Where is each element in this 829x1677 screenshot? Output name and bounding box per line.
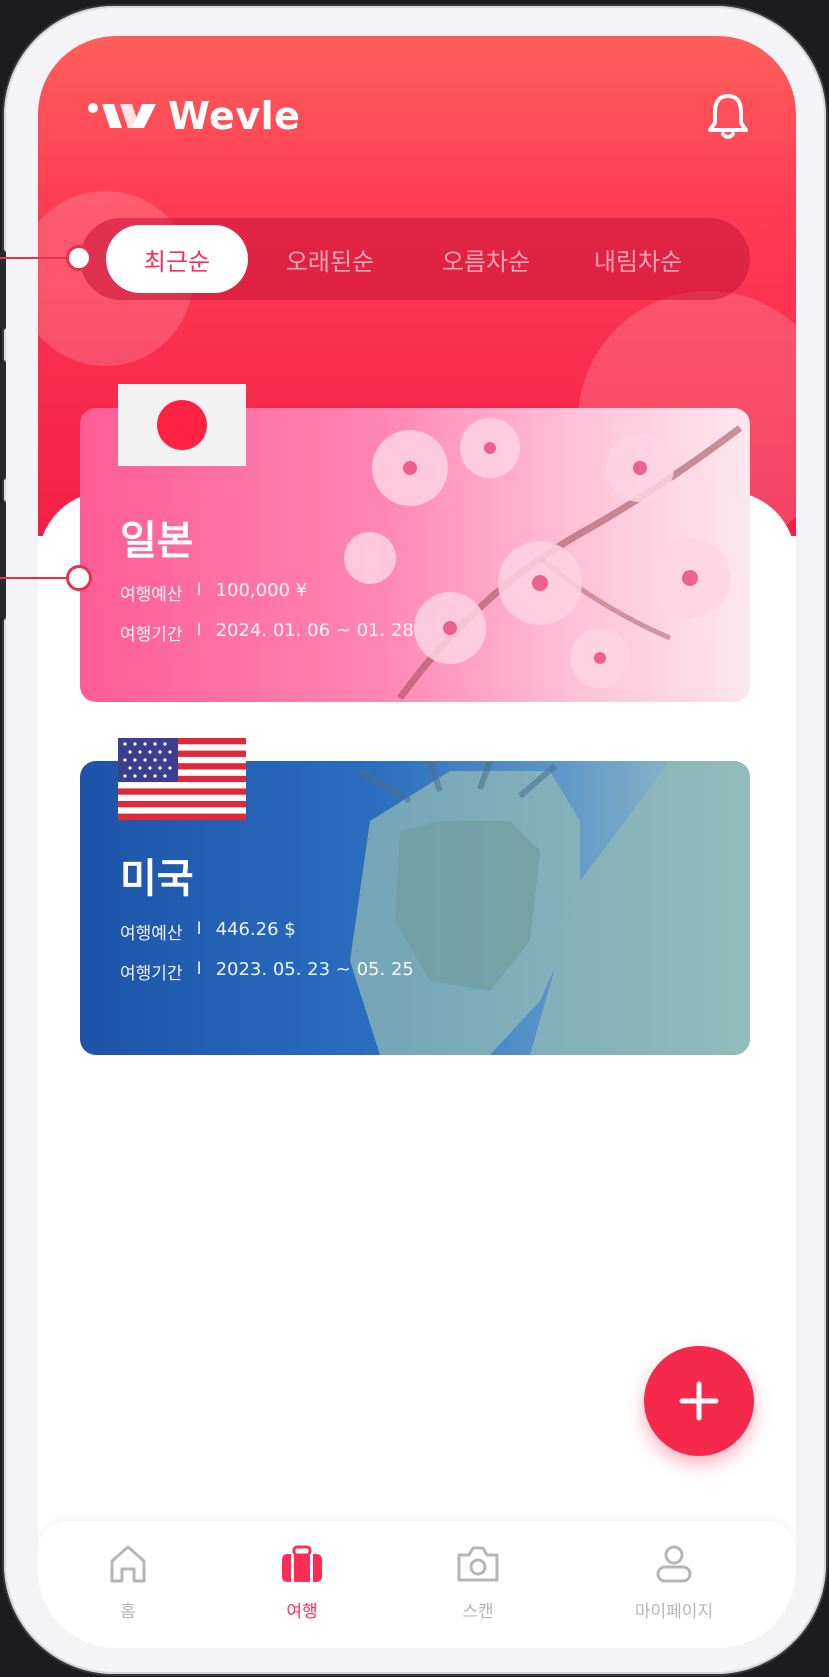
sort-tab-bar: 최근순 오래된순 오름차순 내림차순	[80, 218, 750, 300]
nav-item-travel[interactable]: 여행	[242, 1543, 362, 1633]
budget-value: 446.26 $	[215, 919, 296, 940]
nav-item-home[interactable]: 홈	[68, 1543, 188, 1633]
bell-icon	[708, 94, 748, 139]
camera-icon	[457, 1546, 499, 1582]
home-icon	[110, 1545, 146, 1583]
sort-tab-descending[interactable]: 내림차순	[568, 225, 708, 293]
japan-flag-icon	[118, 384, 246, 466]
annotation-line	[0, 577, 68, 579]
app-logo: Wevle	[88, 86, 300, 146]
period-value: 2024. 01. 06 ~ 01. 28	[215, 620, 414, 641]
separator: I	[196, 620, 202, 640]
phone-side-button	[0, 250, 6, 330]
nav-label-travel: 여행	[286, 1602, 318, 1622]
phone-side-button	[0, 500, 6, 620]
sort-tab-ascending[interactable]: 오름차순	[412, 225, 560, 293]
trip-period: 여행기간 I 2023. 05. 23 ~ 05. 25	[120, 959, 414, 984]
nav-item-mypage[interactable]: 마이페이지	[594, 1543, 754, 1633]
phone-side-button	[0, 360, 6, 480]
budget-label: 여행예산	[120, 924, 183, 944]
trip-period: 여행기간 I 2024. 01. 06 ~ 01. 28	[120, 620, 414, 645]
user-icon	[656, 1545, 692, 1583]
budget-label: 여행예산	[120, 585, 183, 605]
period-value: 2023. 05. 23 ~ 05. 25	[215, 959, 414, 980]
nav-label-mypage: 마이페이지	[634, 1602, 714, 1622]
suitcase-icon	[282, 1545, 322, 1582]
budget-value: 100,000 ¥	[215, 580, 308, 601]
period-label: 여행기간	[120, 625, 183, 645]
separator: I	[196, 580, 202, 600]
separator: I	[196, 959, 202, 979]
app-screen: Wevle 최근순 오래된순 오름차순 내림차순 일본 여행예산 I 100,0…	[38, 36, 796, 1648]
sort-tab-recent[interactable]: 최근순	[106, 225, 248, 293]
separator: I	[196, 919, 202, 939]
annotation-dot	[66, 565, 92, 591]
nav-label-scan: 스캔	[462, 1602, 494, 1622]
usa-flag-icon	[118, 738, 246, 820]
bottom-navigation: 홈 여행 스캔 마이페이지	[38, 1521, 796, 1648]
nav-label-home: 홈	[120, 1602, 136, 1622]
trip-country-name: 미국	[120, 856, 194, 902]
plus-icon	[679, 1381, 719, 1421]
trip-country-name: 일본	[120, 518, 194, 564]
sort-tab-oldest[interactable]: 오래된순	[256, 225, 404, 293]
cherry-blossom-image	[344, 418, 743, 701]
app-name: Wevle	[168, 94, 301, 138]
annotation-line	[0, 257, 68, 259]
nav-item-scan[interactable]: 스캔	[418, 1543, 538, 1633]
trip-budget: 여행예산 I 100,000 ¥	[120, 580, 307, 605]
period-label: 여행기간	[120, 964, 183, 984]
statue-of-liberty-image	[350, 761, 750, 1055]
trip-budget: 여행예산 I 446.26 $	[120, 919, 296, 944]
annotation-dot	[66, 245, 92, 271]
wevle-logo-icon	[88, 103, 156, 128]
add-trip-button[interactable]	[644, 1346, 754, 1456]
notification-button[interactable]	[704, 90, 752, 142]
